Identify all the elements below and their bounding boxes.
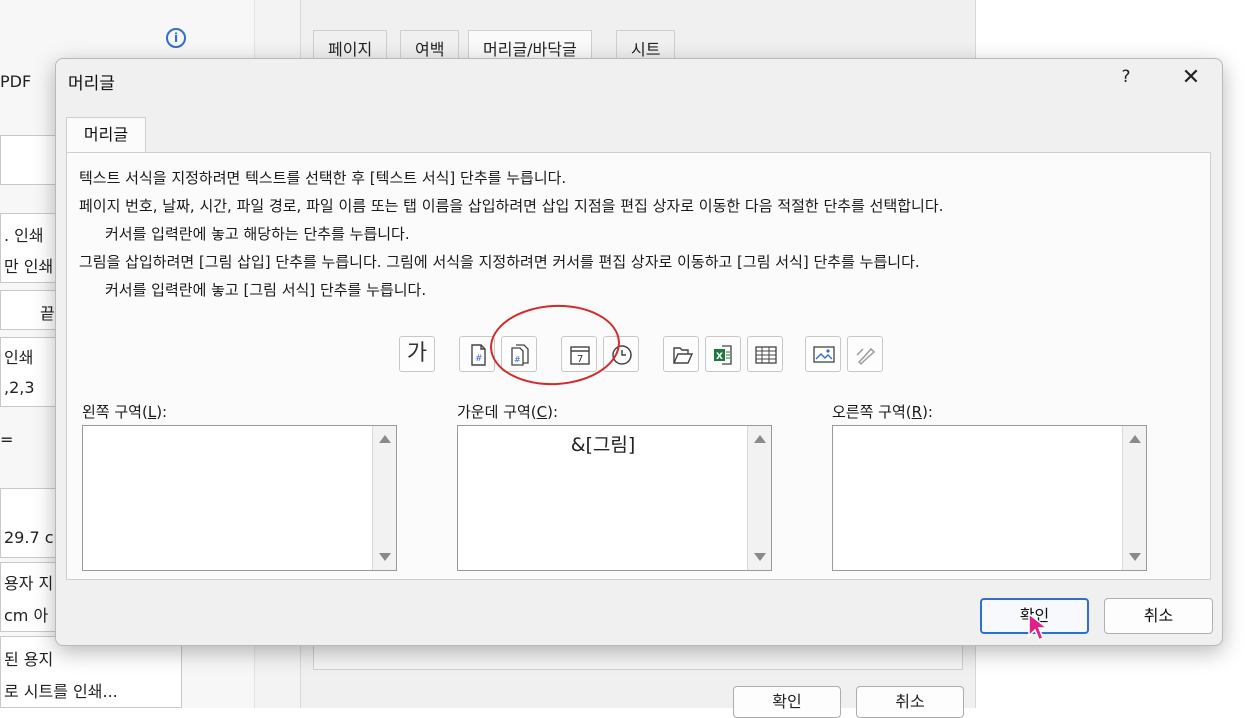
page-setup-ok-button[interactable]: 확인 — [733, 686, 841, 718]
insert-picture-button[interactable] — [805, 336, 841, 372]
left-section-scrollbar[interactable] — [372, 426, 396, 570]
format-picture-icon — [856, 347, 876, 366]
tab-header-footer[interactable]: 머리글/바닥글 — [468, 30, 592, 60]
tab-margins[interactable]: 여백 — [400, 30, 460, 60]
mouse-pointer-icon — [1028, 612, 1050, 642]
instruction-text: 그림을 삽입하려면 [그림 삽입] 단추를 누릅니다. 그림에 서식을 지정하려… — [79, 253, 920, 271]
tab-sheet[interactable]: 시트 — [616, 30, 676, 60]
tab-page[interactable]: 페이지 — [313, 30, 388, 60]
file-name-icon: X — [714, 345, 732, 365]
bg-row: 로 시트를 인쇄... — [4, 682, 118, 701]
insert-file-path-button[interactable] — [663, 336, 699, 372]
center-section-box — [457, 425, 772, 571]
right-section-input[interactable] — [833, 426, 1123, 570]
scroll-up-icon[interactable] — [1129, 435, 1141, 443]
instruction-text: 페이지 번호, 날짜, 시간, 파일 경로, 파일 이름 또는 탭 이름을 삽입… — [79, 197, 944, 215]
header-dialog: 머리글 ? ✕ 머리글 텍스트 서식을 지정하려면 텍스트를 선택한 후 [텍스… — [55, 58, 1223, 646]
format-picture-button[interactable] — [847, 336, 883, 372]
left-section-label: 왼쪽 구역(L): — [82, 403, 168, 421]
info-icon: i — [166, 28, 186, 48]
format-text-button[interactable]: 가 — [399, 336, 435, 372]
cancel-button[interactable]: 취소 — [1104, 598, 1213, 634]
right-section-scrollbar[interactable] — [1122, 426, 1146, 570]
left-section-input[interactable] — [83, 426, 373, 570]
page-setup-cancel-button[interactable]: 취소 — [856, 686, 964, 718]
instruction-text: 텍스트 서식을 지정하려면 텍스트를 선택한 후 [텍스트 서식] 단추를 누릅… — [79, 169, 567, 187]
svg-text:#: # — [475, 354, 483, 364]
center-section-input[interactable] — [458, 426, 748, 570]
close-button[interactable]: ✕ — [1176, 65, 1206, 93]
instruction-text: 커서를 입력란에 놓고 [그림 서식] 단추를 누릅니다. — [105, 281, 427, 299]
scroll-up-icon[interactable] — [754, 435, 766, 443]
help-button[interactable]: ? — [1116, 67, 1136, 91]
scroll-down-icon[interactable] — [1129, 553, 1141, 561]
right-section-box — [832, 425, 1147, 571]
svg-text:X: X — [716, 352, 723, 362]
scroll-down-icon[interactable] — [379, 553, 391, 561]
scroll-down-icon[interactable] — [754, 553, 766, 561]
header-panel: 텍스트 서식을 지정하려면 텍스트를 선택한 후 [텍스트 서식] 단추를 누릅… — [66, 152, 1211, 580]
left-section-box — [82, 425, 397, 571]
insert-sheet-name-button[interactable] — [747, 336, 783, 372]
right-section-label: 오른쪽 구역(R): — [832, 403, 933, 421]
format-text-icon: 가 — [406, 341, 428, 366]
center-section-scrollbar[interactable] — [747, 426, 771, 570]
page-number-icon: # — [471, 344, 486, 366]
insert-picture-icon — [813, 346, 835, 363]
sheet-name-icon — [755, 346, 777, 364]
dialog-title: 머리글 — [68, 74, 115, 94]
bg-row: 된 용지 — [4, 650, 54, 669]
scroll-up-icon[interactable] — [379, 435, 391, 443]
file-path-icon — [672, 347, 694, 364]
center-section-label: 가운데 구역(C): — [457, 403, 559, 421]
tab-header[interactable]: 머리글 — [66, 117, 146, 153]
instruction-text: 커서를 입력란에 놓고 해당하는 단추를 누릅니다. — [105, 225, 410, 243]
insert-file-name-button[interactable]: X — [705, 336, 741, 372]
